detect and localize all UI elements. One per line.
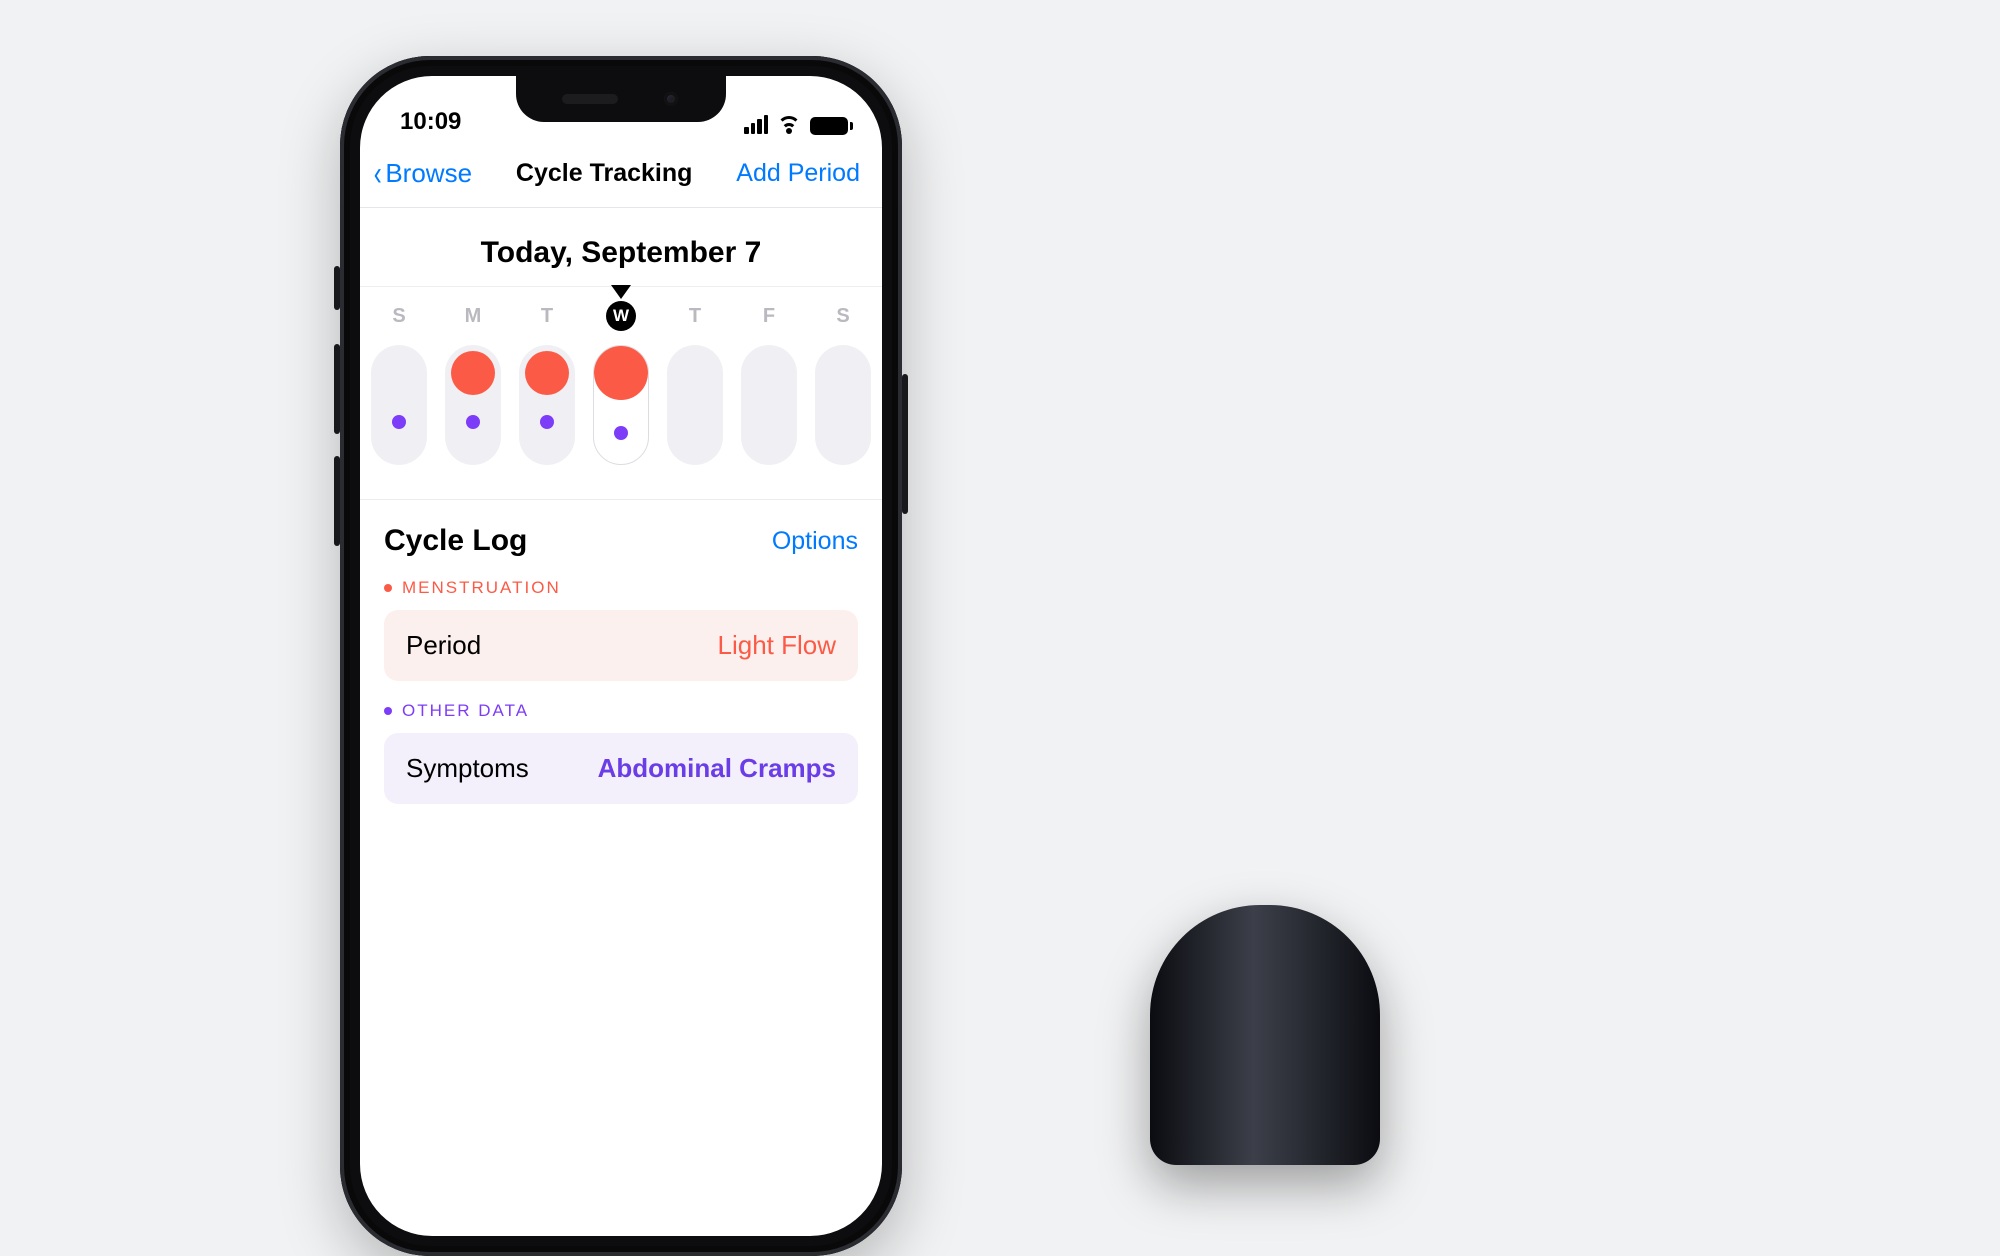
section-header: Cycle Log Options xyxy=(384,524,858,558)
period-dot-icon xyxy=(451,351,495,395)
day-col-thu[interactable]: T xyxy=(667,301,723,465)
group-label-text: OTHER DATA xyxy=(402,701,529,721)
battery-icon xyxy=(810,117,848,135)
day-pill[interactable] xyxy=(519,345,575,465)
day-col-wed[interactable]: W xyxy=(593,301,649,465)
row-label: Period xyxy=(406,630,481,661)
day-col-tue[interactable]: T xyxy=(519,301,575,465)
day-label: S xyxy=(384,301,414,331)
volume-down-button xyxy=(334,456,340,546)
menstruation-group-label: MENSTRUATION xyxy=(384,578,858,598)
back-label: Browse xyxy=(385,158,472,189)
group-label-text: MENSTRUATION xyxy=(402,578,561,598)
other-data-group-label: OTHER DATA xyxy=(384,701,858,721)
cellular-icon xyxy=(744,115,768,136)
watch-band xyxy=(1150,905,1380,1165)
bullet-icon xyxy=(384,707,392,715)
today-heading: Today, September 7 xyxy=(360,208,882,287)
day-col-sat[interactable]: S xyxy=(815,301,871,465)
row-value: Abdominal Cramps xyxy=(598,753,836,784)
day-pill[interactable] xyxy=(593,345,649,465)
add-period-button[interactable]: Add Period xyxy=(736,159,860,188)
section-title: Cycle Log xyxy=(384,524,527,558)
period-row[interactable]: Period Light Flow xyxy=(384,610,858,681)
iphone-frame: 10:09 ‹ Browse Cycle Tracking xyxy=(340,56,902,1256)
power-button xyxy=(902,374,908,514)
day-pill[interactable] xyxy=(667,345,723,465)
day-col-mon[interactable]: M xyxy=(445,301,501,465)
mute-switch xyxy=(334,266,340,310)
note-dot-icon xyxy=(466,415,480,429)
note-dot-icon xyxy=(540,415,554,429)
period-dot-icon xyxy=(525,351,569,395)
period-dot-icon xyxy=(594,346,648,400)
symptoms-row[interactable]: Symptoms Abdominal Cramps xyxy=(384,733,858,804)
status-time: 10:09 xyxy=(400,108,461,136)
week-strip[interactable]: S M T xyxy=(360,287,882,499)
status-indicators xyxy=(744,115,848,136)
day-label: T xyxy=(532,301,562,331)
day-col-fri[interactable]: F xyxy=(741,301,797,465)
day-label: F xyxy=(754,301,784,331)
volume-up-button xyxy=(334,344,340,434)
note-dot-icon xyxy=(392,415,406,429)
day-label: M xyxy=(458,301,488,331)
phone-screen: 10:09 ‹ Browse Cycle Tracking xyxy=(360,76,882,1236)
day-columns: S M T xyxy=(360,301,882,465)
day-label: W xyxy=(606,301,636,331)
page-title: Cycle Tracking xyxy=(516,159,692,188)
nav-bar: ‹ Browse Cycle Tracking Add Period xyxy=(360,142,882,208)
notch xyxy=(516,76,726,122)
row-label: Symptoms xyxy=(406,753,529,784)
wifi-icon xyxy=(776,115,802,135)
note-dot-icon xyxy=(614,426,628,440)
row-value: Light Flow xyxy=(718,630,837,661)
options-button[interactable]: Options xyxy=(772,527,858,556)
day-pill[interactable] xyxy=(371,345,427,465)
back-button[interactable]: ‹ Browse xyxy=(372,158,472,189)
day-pill[interactable] xyxy=(741,345,797,465)
day-pill[interactable] xyxy=(445,345,501,465)
cycle-log-section: Cycle Log Options MENSTRUATION Period Li… xyxy=(360,499,882,804)
today-pointer-icon xyxy=(611,285,631,299)
day-pill[interactable] xyxy=(815,345,871,465)
day-label: T xyxy=(680,301,710,331)
bullet-icon xyxy=(384,584,392,592)
day-col-sun[interactable]: S xyxy=(371,301,427,465)
day-label: S xyxy=(828,301,858,331)
